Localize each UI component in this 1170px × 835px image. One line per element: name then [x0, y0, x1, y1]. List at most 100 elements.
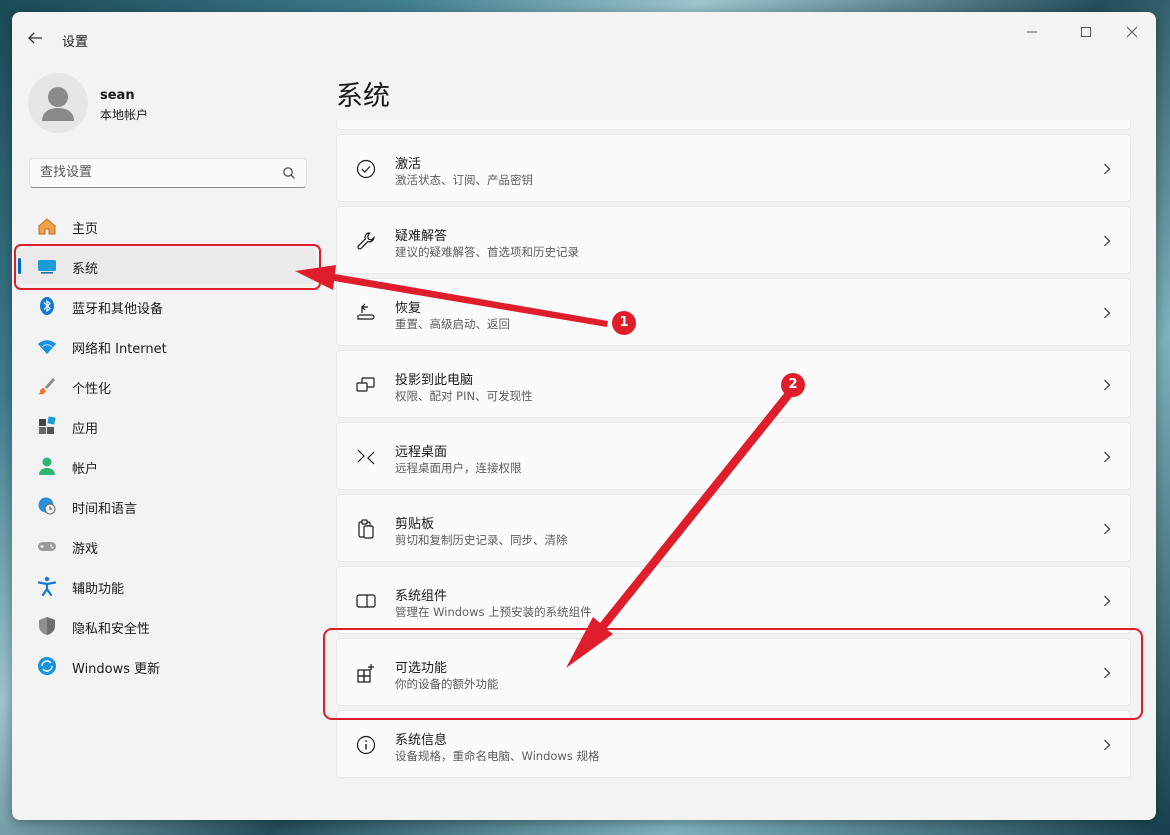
check-circle-icon — [356, 159, 376, 179]
chevron-right-icon — [1104, 523, 1111, 535]
card-system-components[interactable]: 系统组件 管理在 Windows 上预安装的系统组件 — [336, 566, 1131, 634]
card-subtitle: 建议的疑难解答、首选项和历史记录 — [395, 245, 579, 259]
minimize-icon[interactable] — [1020, 22, 1044, 42]
sidebar-item-network[interactable]: 网络和 Internet — [16, 328, 316, 364]
chevron-right-icon — [1104, 379, 1111, 391]
chevron-right-icon — [1104, 163, 1111, 175]
card-remote-desktop[interactable]: 远程桌面 远程桌面用户，连接权限 — [336, 422, 1131, 490]
monitor-icon — [38, 260, 56, 274]
settings-window: 设置 sean 本地帐户 主页 — [12, 12, 1156, 820]
avatar[interactable] — [28, 73, 88, 133]
account-type: 本地帐户 — [100, 108, 149, 122]
card-project-to-pc[interactable]: 投影到此电脑 权限、配对 PIN、可发现性 — [336, 350, 1131, 418]
chevron-right-icon — [1104, 307, 1111, 319]
sidebar-item-bluetooth[interactable]: 蓝牙和其他设备 — [16, 288, 316, 324]
chevron-right-icon — [1104, 595, 1111, 607]
sidebar-item-system[interactable]: 系统 — [16, 248, 316, 284]
card-title: 恢复 — [395, 301, 422, 316]
card-title: 系统组件 — [395, 589, 448, 604]
user-name: sean — [100, 88, 135, 103]
sidebar-item-personalization[interactable]: 个性化 — [16, 368, 316, 404]
optional-features-icon — [357, 664, 374, 683]
card-activation[interactable]: 激活 激活状态、订阅、产品密钥 — [336, 134, 1131, 202]
card-title: 剪贴板 — [395, 517, 435, 532]
chevron-right-icon — [1104, 667, 1111, 679]
card-optional-features[interactable]: 可选功能 你的设备的额外功能 — [336, 638, 1131, 706]
sidebar-item-label: 时间和语言 — [72, 502, 138, 517]
card-system-info[interactable]: 系统信息 设备规格，重命名电脑、Windows 规格 — [336, 710, 1131, 778]
globe-clock-icon — [38, 497, 56, 515]
card-subtitle: 管理在 Windows 上预安装的系统组件 — [395, 605, 592, 619]
selection-indicator — [18, 258, 21, 274]
page-title: 系统 — [336, 81, 390, 112]
close-icon[interactable] — [1120, 22, 1144, 42]
home-icon — [38, 218, 56, 235]
remote-desktop-icon — [357, 449, 375, 465]
bluetooth-icon — [40, 297, 54, 315]
sidebar-item-label: 网络和 Internet — [72, 342, 167, 357]
chevron-right-icon — [1104, 451, 1111, 463]
sidebar-item-accounts[interactable]: 帐户 — [16, 448, 316, 484]
shield-icon — [39, 617, 55, 635]
search-icon[interactable] — [282, 166, 296, 180]
info-icon — [356, 735, 376, 755]
update-icon — [38, 657, 56, 675]
search-box[interactable] — [29, 158, 307, 188]
gamepad-icon — [38, 542, 56, 551]
card-troubleshoot[interactable]: 疑难解答 建议的疑难解答、首选项和历史记录 — [336, 206, 1131, 274]
partial-card — [336, 120, 1131, 130]
accessibility-icon — [37, 576, 57, 596]
sidebar-item-home[interactable]: 主页 — [16, 208, 316, 244]
project-icon — [356, 377, 375, 392]
card-subtitle: 设备规格，重命名电脑、Windows 规格 — [395, 749, 600, 763]
wifi-icon — [38, 340, 56, 354]
app-title: 设置 — [62, 35, 89, 50]
card-subtitle: 权限、配对 PIN、可发现性 — [395, 389, 533, 403]
wrench-icon — [357, 232, 375, 250]
title-bar: 设置 — [12, 12, 1156, 58]
card-title: 激活 — [395, 157, 422, 172]
card-recovery[interactable]: 恢复 重置、高级启动、返回 — [336, 278, 1131, 346]
card-subtitle: 剪切和复制历史记录、同步、清除 — [395, 533, 568, 547]
card-subtitle: 激活状态、订阅、产品密钥 — [395, 173, 533, 187]
card-clipboard[interactable]: 剪贴板 剪切和复制历史记录、同步、清除 — [336, 494, 1131, 562]
sidebar-item-gaming[interactable]: 游戏 — [16, 528, 316, 564]
settings-list: 激活 激活状态、订阅、产品密钥 疑难解答 建议的疑难解答、首选项和历史记录 恢复… — [336, 120, 1131, 820]
sidebar-item-apps[interactable]: 应用 — [16, 408, 316, 444]
sidebar-item-label: 帐户 — [72, 462, 99, 477]
components-icon — [356, 594, 376, 608]
clipboard-icon — [358, 519, 374, 539]
sidebar-item-label: 应用 — [72, 422, 99, 437]
sidebar-item-label: 个性化 — [72, 382, 112, 397]
account-icon — [39, 457, 55, 475]
sidebar-item-label: 主页 — [72, 222, 99, 237]
person-icon — [42, 87, 74, 121]
step-badge-1: 1 — [612, 311, 636, 335]
card-title: 远程桌面 — [395, 445, 448, 460]
arrow-left-icon[interactable] — [26, 29, 44, 47]
chevron-right-icon — [1104, 739, 1111, 751]
card-title: 投影到此电脑 — [395, 373, 474, 388]
sidebar-item-privacy[interactable]: 隐私和安全性 — [16, 608, 316, 644]
brush-icon — [38, 378, 55, 395]
chevron-right-icon — [1104, 235, 1111, 247]
sidebar-item-time-language[interactable]: 时间和语言 — [16, 488, 316, 524]
card-title: 疑难解答 — [395, 229, 448, 244]
recovery-icon — [357, 303, 375, 320]
sidebar-item-label: 系统 — [72, 262, 99, 277]
card-title: 可选功能 — [395, 661, 448, 676]
sidebar-item-windows-update[interactable]: Windows 更新 — [16, 648, 316, 684]
sidebar-item-label: Windows 更新 — [72, 662, 161, 677]
card-subtitle: 远程桌面用户，连接权限 — [395, 461, 522, 475]
sidebar-nav: 主页 系统 蓝牙和其他设备 网络和 Internet 个性化 应用 帐户 时间和… — [16, 208, 316, 688]
step-badge-2: 2 — [781, 373, 805, 397]
sidebar-item-label: 辅助功能 — [72, 582, 125, 597]
sidebar-item-label: 隐私和安全性 — [72, 622, 151, 637]
card-subtitle: 你的设备的额外功能 — [395, 677, 499, 691]
maximize-icon[interactable] — [1074, 22, 1098, 42]
card-subtitle: 重置、高级启动、返回 — [395, 317, 510, 331]
sidebar-item-accessibility[interactable]: 辅助功能 — [16, 568, 316, 604]
sidebar-item-label: 游戏 — [72, 542, 99, 557]
sidebar-item-label: 蓝牙和其他设备 — [72, 302, 164, 317]
search-input[interactable] — [40, 165, 270, 180]
